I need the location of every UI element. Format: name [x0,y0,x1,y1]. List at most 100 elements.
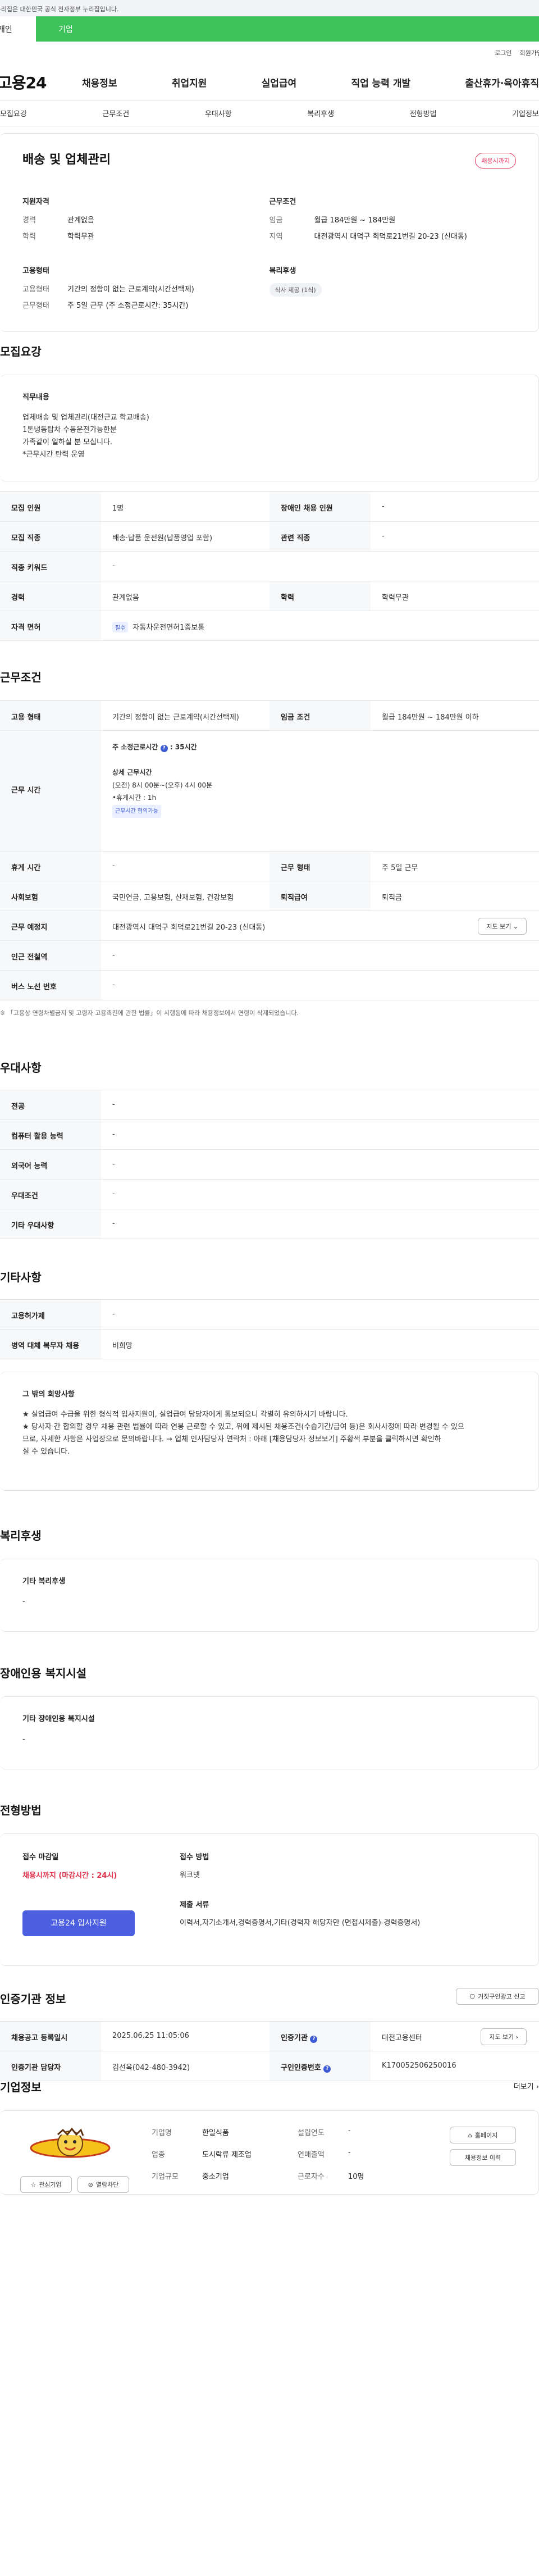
report-fake-ad-button[interactable]: ⎔ 거짓구인광고 신고 [456,1988,539,2005]
welfare-box-value: - [22,1598,25,1606]
tab-company[interactable]: 기업 [36,16,539,42]
tab-company-info[interactable]: 기업정보 [512,108,539,119]
weekly-hours-label: 주 소정근로시간 [112,743,158,751]
tab-work-condition[interactable]: 근무조건 [102,108,129,119]
gnb-menu-item[interactable]: 직업 능력 개발 [351,75,410,89]
tab-company-label: 기업 [58,25,73,34]
company-logo-area: ☆ 관심기업 ⊘ 열람차단 [20,2127,152,2193]
table-row: 기타 우대사항 - [0,1209,539,1239]
chevron-right-icon: › [515,2033,518,2041]
selection-box: 접수 마감일 채용시까지 (마감시간 : 24시) 고용24 입사지원 접수 방… [0,1833,539,1966]
kv-value: 학력무관 [67,233,94,241]
gnb-menu-item[interactable]: 채용정보 [82,75,117,89]
employment-heading: 고용형태 [22,267,49,275]
row-value: 학력무관 [382,594,409,602]
kv-value: 대전광역시 대덕구 회덕로21번길 20-23 (신대동) [314,233,467,241]
row-value: 배송·납품 운전원(납품영업 포함) [112,534,213,543]
kv-label: 고용형태 [22,285,49,294]
detail-hours-line: (오전) 8시 00분~(오후) 4시 00분 [112,781,213,789]
tab-recruit[interactable]: 모집요강 [0,108,27,119]
welfare-box: 기타 복리후생 - [0,1559,539,1632]
kv-label: 근무형태 [22,302,49,310]
row-label: 고용허가제 [0,1300,101,1329]
row-value: - [112,951,115,959]
row-value: - [112,1130,115,1139]
row-value: 관계없음 [112,594,139,602]
login-link[interactable]: 로그인 [495,48,511,57]
map-view-button[interactable]: 지도 보기 ⌄ [478,918,527,935]
gnb-menu-item[interactable]: 실업급여 [262,75,297,89]
summary-left: 지원자격 경력 관계없음 학력 학력무관 고용형태 고용형태 기간의 정함이 없는 근… [22,195,270,316]
etc-heading: 기타사항 [0,1271,42,1284]
row-label: 인증기관 ? [270,2022,371,2051]
global-nav: 고용24 채용정보 취업지원 실업급여 직업 능력 개발 출산휴가·육아휴직 [0,64,539,101]
duty-heading: 직무내용 [22,393,49,402]
kv-value: 관계없음 [67,216,94,225]
signup-link[interactable]: 회원가입 [520,48,539,57]
gnb-menu-item[interactable]: 취업지원 [172,75,207,89]
more-link[interactable]: 더보기 › [514,2081,539,2091]
welfare-heading: 복리후생 [269,267,296,275]
company-info-value: 한일식품 [202,2129,229,2137]
apply-button[interactable]: 고용24 입사지원 [22,1910,135,1936]
star-icon: ☆ [30,2181,36,2188]
wish-line: 므로, 자세한 사항은 사업장으로 문의바랍니다. → 업체 인사담당자 연락처… [22,1435,441,1444]
kv-label: 임금 [269,216,283,225]
favorite-company-button[interactable]: ☆ 관심기업 [20,2176,72,2193]
company-info-value: - [348,2149,351,2157]
tab-person[interactable]: 개인 [0,16,36,42]
gnb-menu-item[interactable]: 출산휴가·육아휴직 [465,75,539,89]
gov-banner-text: 이 누리집은 대한민국 공식 전자정부 누리집입니다. [0,6,119,13]
homepage-button[interactable]: ⌂ 홈페이지 [450,2127,516,2143]
selection-section: 전형방법 접수 마감일 채용시까지 (마감시간 : 24시) 고용24 입사지원… [0,1801,539,1966]
table-row: 채용공고 등록일시 2025.06.25 11:05:06 인증기관 ? 대전고용센… [0,2022,539,2051]
tab-person-label: 개인 [0,25,12,34]
row-value: 김선옥(042-480-3942) [112,2064,190,2072]
site-logo[interactable]: 고용24 [0,71,82,93]
info-icon[interactable]: ? [160,745,168,752]
row-label: 근무 시간 [0,731,101,851]
disabled-facility-heading: 장애인용 복지시설 [0,1667,87,1680]
info-icon[interactable]: ? [310,2036,318,2043]
table-row: 직종 키워드 - [0,552,539,581]
tab-preference[interactable]: 우대사항 [205,108,232,119]
row-value: - [112,1160,115,1168]
chevron-down-icon: ⌄ [513,923,518,930]
wish-line: 실 수 있습니다. [22,1448,70,1457]
company-info-label: 기업규모 [152,2173,179,2181]
wish-line: ★ 실업급여 수급을 위한 형식적 입사지원이, 실업급여 담당자에게 통보되오… [22,1410,348,1419]
report-fake-ad-label: 거짓구인광고 신고 [478,1993,526,2000]
qualification-heading: 지원자격 [22,198,49,206]
company-heading: 기업정보 [0,2081,42,2094]
row-label: 경력 [0,581,101,611]
docs-heading: 제출 서류 [180,1901,209,1910]
row-label: 인근 전철역 [0,941,101,970]
welfare-section: 복리후생 기타 복리후생 - [0,1527,539,1632]
kv-label: 경력 [22,216,36,225]
company-info-value: 중소기업 [202,2173,229,2181]
weekly-hours: 주 소정근로시간 ? : 35시간 [112,743,197,752]
tab-welfare[interactable]: 복리후생 [307,108,334,119]
info-icon[interactable]: ? [323,2065,331,2073]
cert-section: 인증기관 정보 ⎔ 거짓구인광고 신고 채용공고 등록일시 2025.06.25 1… [0,1988,539,2081]
utility-links: 로그인 회원가입 [0,42,539,64]
job-title: 배송 및 업체관리 [22,153,111,167]
tab-selection[interactable]: 전형방법 [410,108,437,119]
block-company-button[interactable]: ⊘ 열람차단 [77,2176,129,2193]
disabled-facility-box: 기타 장애인용 복지시설 - [0,1696,539,1769]
company-info-row: 업종 도시락류 제조업 연매출액 - [152,2149,421,2159]
block-company-label: 열람차단 [95,2181,119,2188]
row-value: 비희망 [112,1342,133,1350]
deadline-value: 채용시까지 (마감시간 : 24시) [22,1872,117,1880]
cert-map-button[interactable]: 지도 보기 › [481,2028,527,2045]
wish-box: 그 밖의 희망사항 ★ 실업급여 수급을 위한 형식적 입사지원이, 실업급여 … [0,1372,539,1491]
company-info-label: 연매출액 [298,2151,325,2159]
top-tabs: 개인 기업 [0,16,539,42]
method-heading: 접수 방법 [180,1853,209,1862]
kv-value: 기간의 정함이 없는 근로계약(시간선택제) [67,285,194,294]
row-value: - [112,1190,115,1198]
table-row: 사회보험 국민연금, 고용보험, 산재보험, 건강보험 퇴직급여 퇴직금 [0,881,539,911]
job-history-button[interactable]: 채용정보 이력 [450,2149,516,2166]
table-row: 인근 전철역 - [0,941,539,971]
row-label: 인증기관 담당자 [0,2051,101,2081]
